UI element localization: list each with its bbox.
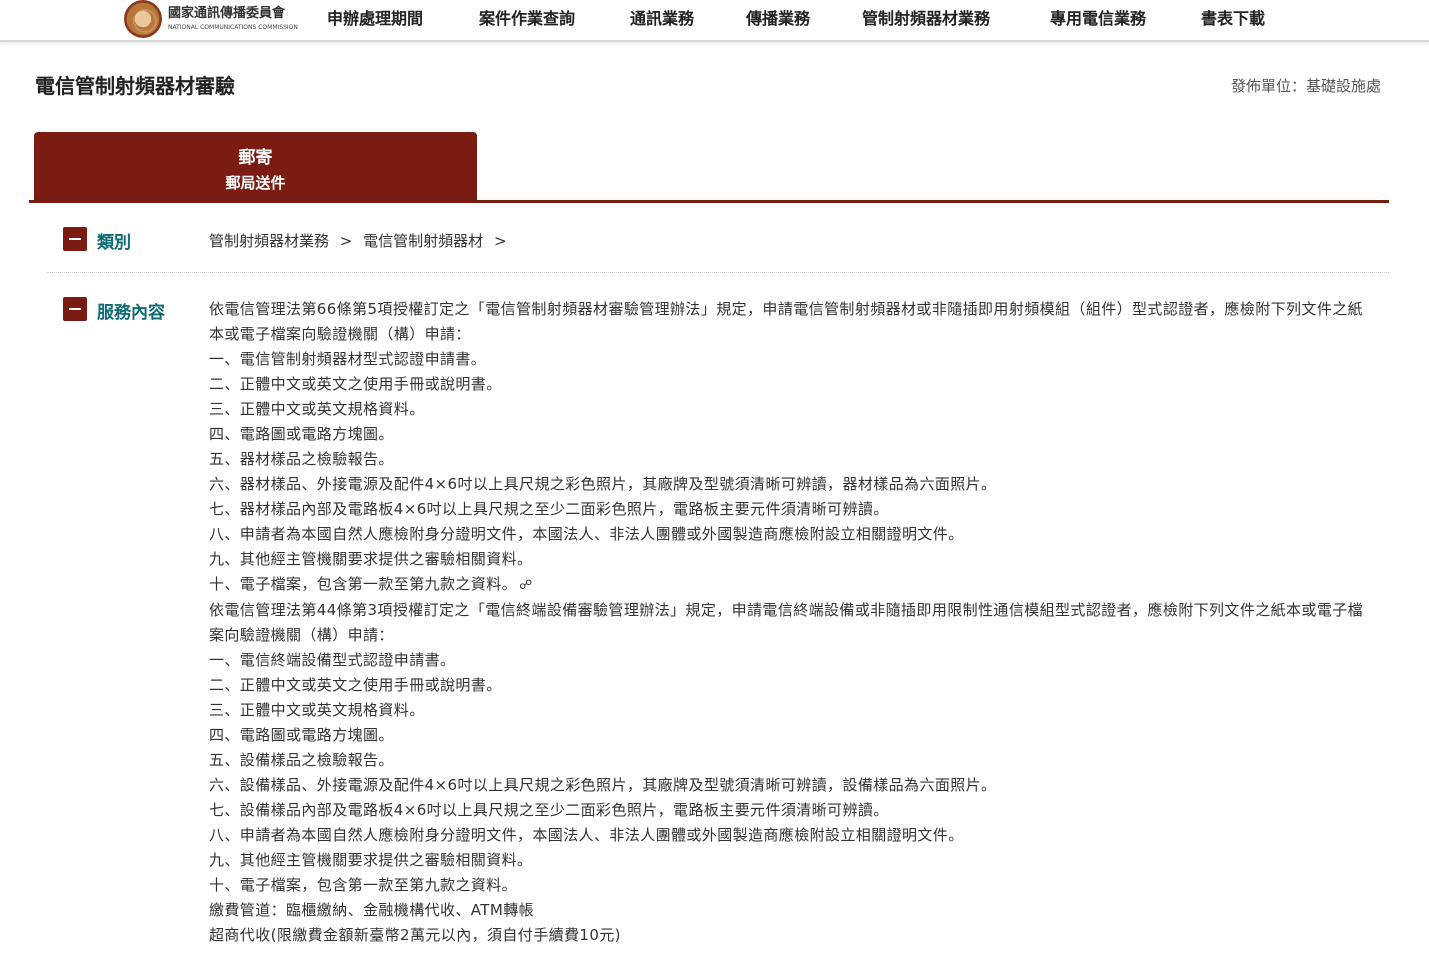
main-nav: 申辦處理期間 案件作業查詢 通訊業務 傳播業務 管制射頻器材業務 專用電信業務 … [0, 5, 1429, 29]
service-list-item: 四、電路圖或電路方塊圖。 [209, 726, 394, 744]
service-list-item: 一、電信管制射頻器材型式認證申請書。 [209, 350, 487, 368]
service-list-item: 六、器材樣品、外接電源及配件4×6吋以上具尺規之彩色照片，其廠牌及型號須清晰可辨… [209, 475, 997, 493]
tab-underline [29, 200, 1389, 203]
service-content: 依電信管理法第66條第5項授權訂定之「電信管制射頻器材審驗管理辦法」規定，申請電… [209, 297, 1369, 948]
breadcrumb-separator: > [493, 232, 507, 250]
service-list-item: 四、電路圖或電路方塊圖。 [209, 425, 394, 443]
service-list-item: 五、設備樣品之檢驗報告。 [209, 751, 394, 769]
service-list-item: 一、電信終端設備型式認證申請書。 [209, 651, 456, 669]
tab-mail[interactable]: 郵寄 郵局送件 [34, 132, 477, 201]
nav-rf-equipment[interactable]: 管制射頻器材業務 [862, 5, 990, 29]
service-list-item: 八、申請者為本國自然人應檢附身分證明文件，本國法人、非法人團體或外國製造商應檢附… [209, 826, 964, 844]
service-list-item: 二、正體中文或英文之使用手冊或說明書。 [209, 375, 502, 393]
breadcrumb-item-telecom-rf[interactable]: 電信管制射頻器材 [363, 232, 483, 250]
page-title: 電信管制射頻器材審驗 [35, 74, 235, 98]
payment-channels: 繳費管道：臨櫃繳納、金融機構代收、ATM轉帳 [209, 901, 535, 919]
service-list-item: 九、其他經主管機關要求提供之審驗相關資料。 [209, 851, 533, 869]
nav-broadcast-services[interactable]: 傳播業務 [746, 5, 810, 29]
service-list-item: 三、正體中文或英文規格資料。 [209, 400, 425, 418]
category-collapse-button[interactable] [63, 227, 87, 251]
breadcrumb-separator: > [339, 232, 353, 250]
service-list-item: 二、正體中文或英文之使用手冊或說明書。 [209, 676, 502, 694]
breadcrumb: 管制射頻器材業務 > 電信管制射頻器材 > [209, 230, 513, 251]
section-divider [47, 272, 1389, 273]
top-navigation-bar: 國家通訊傳播委員會 NATIONAL COMMUNICATIONS COMMIS… [0, 0, 1429, 42]
service-paragraph: 依電信管理法第66條第5項授權訂定之「電信管制射頻器材審驗管理辦法」規定，申請電… [209, 300, 1364, 343]
nav-case-query[interactable]: 案件作業查詢 [479, 5, 575, 29]
service-label: 服務內容 [97, 303, 165, 323]
nav-telecom-services[interactable]: 通訊業務 [630, 5, 694, 29]
service-list-item: 十、電子檔案，包含第一款至第九款之資料。 ☍ [209, 572, 1369, 598]
service-list-item: 七、器材樣品內部及電路板4×6吋以上具尺規之至少二面彩色照片，電路板主要元件須清… [209, 500, 889, 518]
nav-application-period[interactable]: 申辦處理期間 [327, 5, 423, 29]
service-list-item-text: 十、電子檔案，包含第一款至第九款之資料。 [209, 575, 518, 593]
service-list-item: 六、設備樣品、外接電源及配件4×6吋以上具尺規之彩色照片，其廠牌及型號須清晰可辨… [209, 776, 997, 794]
nav-form-download[interactable]: 書表下載 [1201, 5, 1265, 29]
service-list-item: 三、正體中文或英文規格資料。 [209, 701, 425, 719]
service-list-item: 五、器材樣品之檢驗報告。 [209, 450, 394, 468]
breadcrumb-item-rf-business[interactable]: 管制射頻器材業務 [209, 232, 329, 250]
link-icon[interactable]: ☍ [519, 573, 533, 598]
service-paragraph: 依電信管理法第44條第3項授權訂定之「電信終端設備審驗管理辦法」規定，申請電信終… [209, 601, 1364, 644]
tab-mail-title: 郵寄 [238, 148, 273, 168]
service-list-item: 八、申請者為本國自然人應檢附身分證明文件，本國法人、非法人團體或外國製造商應檢附… [209, 525, 964, 543]
convenience-store-payment: 超商代收(限繳費金額新臺幣2萬元以內，須自付手續費10元) [209, 926, 621, 944]
category-label: 類別 [97, 233, 131, 253]
service-list-item: 七、設備樣品內部及電路板4×6吋以上具尺規之至少二面彩色照片，電路板主要元件須清… [209, 801, 889, 819]
service-collapse-button[interactable] [63, 297, 87, 321]
tab-mail-subtitle: 郵局送件 [225, 174, 286, 192]
service-list-item: 九、其他經主管機關要求提供之審驗相關資料。 [209, 550, 533, 568]
publisher-unit: 發佈單位：基礎設施處 [1230, 77, 1381, 95]
service-list-item: 十、電子檔案，包含第一款至第九款之資料。 [209, 876, 518, 894]
nav-dedicated-telecom[interactable]: 專用電信業務 [1050, 5, 1146, 29]
